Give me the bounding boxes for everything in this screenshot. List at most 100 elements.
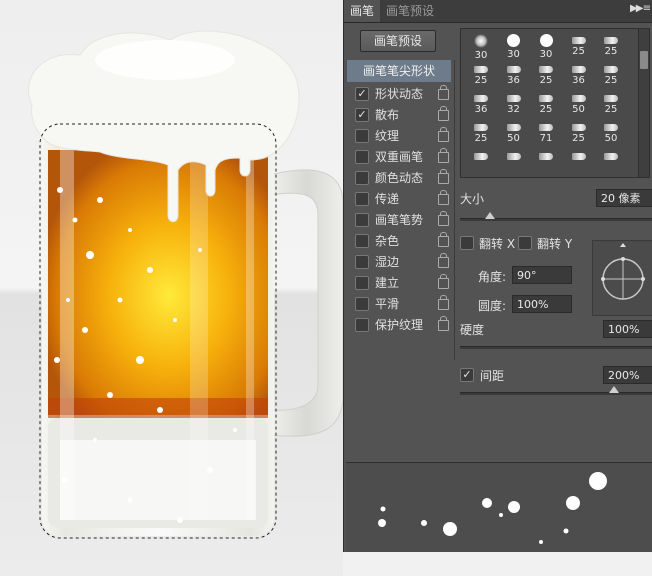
checkbox[interactable] xyxy=(355,192,369,206)
tab-brush[interactable]: 画笔 xyxy=(344,0,381,22)
option-label: 平滑 xyxy=(375,297,400,311)
lock-icon[interactable] xyxy=(438,211,449,226)
size-slider-thumb[interactable] xyxy=(485,212,495,219)
angle-label: 角度: xyxy=(478,270,507,284)
scrollbar-thumb[interactable] xyxy=(640,51,648,69)
brush-tip-size: 25 xyxy=(474,74,488,86)
panel-tab-bar: 画笔 画笔预设 ▶▶ ≡ xyxy=(344,0,652,23)
hardness-slider[interactable] xyxy=(460,346,652,349)
stroke-brush-icon xyxy=(506,123,521,131)
brush-tip-size: 25 xyxy=(604,103,618,115)
stroke-brush-icon xyxy=(571,123,586,131)
document-canvas[interactable] xyxy=(0,0,343,576)
option-color-dynamics[interactable]: 颜色动态 xyxy=(347,168,451,188)
stroke-brush-icon xyxy=(474,65,488,73)
stroke-brush-icon xyxy=(539,152,553,160)
lock-icon[interactable] xyxy=(438,190,449,205)
option-protect-texture[interactable]: 保护纹理 xyxy=(347,315,451,335)
option-brush-pose[interactable]: 画笔笔势 xyxy=(347,210,451,230)
option-texture[interactable]: 纹理 xyxy=(347,126,451,146)
checkbox[interactable]: ✓ xyxy=(355,108,369,122)
brush-tip-size: 25 xyxy=(572,132,585,144)
angle-field[interactable]: 90° xyxy=(512,266,572,284)
size-slider[interactable] xyxy=(460,212,652,221)
checkbox[interactable] xyxy=(355,150,369,164)
roundness-field[interactable]: 100% xyxy=(512,295,572,313)
option-label: 杂色 xyxy=(375,234,400,248)
lock-icon[interactable] xyxy=(438,274,449,289)
option-noise[interactable]: 杂色 xyxy=(347,231,451,251)
lock-icon[interactable] xyxy=(438,127,449,142)
hardness-field[interactable]: 100% xyxy=(603,320,652,338)
lock-icon[interactable] xyxy=(438,232,449,247)
soft-round-brush-icon xyxy=(474,34,488,48)
flip-x-checkbox[interactable] xyxy=(460,236,474,250)
option-brush-tip-shape[interactable]: 画笔笔尖形状 xyxy=(347,60,451,82)
stroke-brush-icon xyxy=(604,65,618,73)
checkbox[interactable] xyxy=(355,213,369,227)
lock-icon[interactable] xyxy=(438,85,449,100)
tab-brush-presets[interactable]: 画笔预设 xyxy=(380,0,440,22)
option-label: 纹理 xyxy=(375,129,400,143)
option-smoothing[interactable]: 平滑 xyxy=(347,294,451,314)
brush-tip-size: 36 xyxy=(474,103,488,115)
spacing-checkbox[interactable]: ✓ xyxy=(460,368,474,382)
stroke-brush-icon xyxy=(539,94,553,102)
brush-tip[interactable] xyxy=(595,147,627,183)
checkbox[interactable] xyxy=(355,297,369,311)
option-label: 湿边 xyxy=(375,255,400,269)
stroke-brush-icon xyxy=(571,94,586,102)
scatter-preview-graphic xyxy=(378,472,607,544)
option-scattering[interactable]: ✓ 散布 xyxy=(347,105,451,125)
brush-tip[interactable] xyxy=(530,147,562,183)
checkbox[interactable] xyxy=(355,171,369,185)
checkbox[interactable] xyxy=(355,318,369,332)
checkbox[interactable] xyxy=(355,129,369,143)
option-dual-brush[interactable]: 双重画笔 xyxy=(347,147,451,167)
checkbox[interactable] xyxy=(355,276,369,290)
option-build-up[interactable]: 建立 xyxy=(347,273,451,293)
checkbox[interactable] xyxy=(355,234,369,248)
brush-tip[interactable] xyxy=(563,147,595,183)
spacing-slider-thumb[interactable] xyxy=(609,386,619,393)
option-transfer[interactable]: 传递 xyxy=(347,189,451,209)
brush-tip[interactable] xyxy=(465,147,497,183)
brush-tip-grid[interactable]: 30 30 30 25 25 25 36 25 36 25 36 32 25 50 25 25 50 71 25 50 xyxy=(460,28,650,178)
angle-roundness-widget[interactable] xyxy=(592,240,652,316)
lock-icon[interactable] xyxy=(438,148,449,163)
stroke-brush-icon xyxy=(474,123,488,131)
lock-icon[interactable] xyxy=(438,316,449,331)
brush-tip-size: 36 xyxy=(572,74,585,86)
stroke-brush-icon xyxy=(571,152,586,160)
stroke-brush-icon xyxy=(604,123,618,131)
brush-angle-icon xyxy=(601,243,645,300)
checkbox[interactable] xyxy=(355,255,369,269)
panel-menu-icon[interactable]: ▶▶ ≡ xyxy=(630,3,651,14)
tip-grid-scrollbar[interactable] xyxy=(638,29,649,177)
option-wet-edges[interactable]: 湿边 xyxy=(347,252,451,272)
checkbox[interactable]: ✓ xyxy=(355,87,369,101)
lock-icon[interactable] xyxy=(438,106,449,121)
brush-stroke-preview xyxy=(346,462,652,553)
brush-presets-button[interactable]: 画笔预设 xyxy=(360,30,436,52)
spacing-slider[interactable] xyxy=(460,386,652,395)
option-shape-dynamics[interactable]: ✓ 形状动态 xyxy=(347,84,451,104)
brush-tip-size: 36 xyxy=(507,74,520,86)
option-label: 保护纹理 xyxy=(375,318,424,332)
hard-round-brush-icon xyxy=(507,34,520,47)
lock-icon[interactable] xyxy=(438,295,449,310)
option-label: 散布 xyxy=(375,108,400,122)
flip-y-checkbox[interactable] xyxy=(518,236,532,250)
lock-icon[interactable] xyxy=(438,169,449,184)
brush-tip-size: 25 xyxy=(604,74,618,86)
lock-icon[interactable] xyxy=(438,253,449,268)
option-label: 画笔笔势 xyxy=(375,213,424,227)
spacing-field[interactable]: 200% xyxy=(603,366,652,384)
size-field[interactable]: 20 像素 xyxy=(596,189,652,207)
beer-mug-artwork xyxy=(28,30,343,539)
brush-panel: 画笔 画笔预设 ▶▶ ≡ 画笔预设 画笔笔尖形状 ✓ 形状动态 ✓ 散布 纹理 … xyxy=(343,0,652,553)
stroke-brush-icon xyxy=(604,152,618,160)
brush-tip-size: 71 xyxy=(539,132,553,144)
brush-tip-size: 50 xyxy=(604,132,618,144)
brush-tip[interactable] xyxy=(498,147,530,183)
